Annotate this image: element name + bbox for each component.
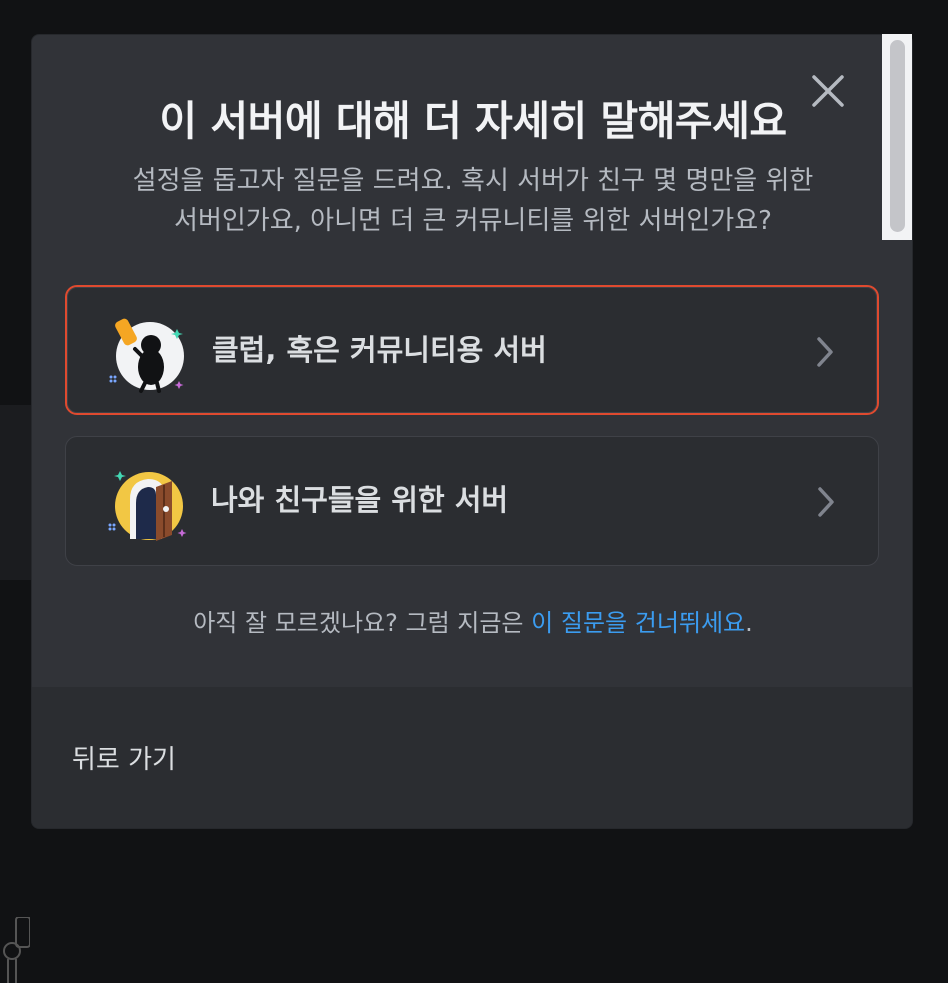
subtitle-line-1: 설정을 돕고자 질문을 드려요. 혹시 서버가 친구 몇 명만을 위한 [132, 166, 814, 196]
option-friends[interactable]: 나와 친구들을 위한 서버 [65, 436, 879, 566]
club-community-icon [109, 318, 184, 393]
background-figure-icon [3, 917, 30, 983]
skip-prefix-text: 아직 잘 모르겠나요? 그럼 지금은 [193, 609, 532, 637]
back-button[interactable]: 뒤로 가기 [72, 739, 176, 776]
background-content [0, 405, 32, 983]
modal-footer: 뒤로 가기 [32, 687, 912, 828]
skip-question-link[interactable]: 이 질문을 건너뛰세요 [531, 609, 745, 637]
skip-prompt: 아직 잘 모르겠나요? 그럼 지금은 이 질문을 건너뛰세요. [32, 603, 912, 638]
option-club-community[interactable]: 클럽, 혹은 커뮤니티용 서버 [65, 285, 879, 415]
friends-door-icon [108, 471, 187, 541]
scrollbar[interactable] [882, 34, 912, 240]
option-label: 클럽, 혹은 커뮤니티용 서버 [212, 333, 547, 367]
chevron-right-icon [818, 487, 834, 517]
server-type-modal: 이 서버에 대해 더 자세히 말해주세요 설정을 돕고자 질문을 드려요. 혹시… [31, 34, 913, 829]
modal-title: 이 서버에 대해 더 자세히 말해주세요 [159, 97, 787, 145]
chevron-right-icon [817, 337, 833, 367]
scrollbar-thumb[interactable] [890, 40, 905, 232]
option-label: 나와 친구들을 위한 서버 [211, 483, 509, 517]
skip-suffix-text: . [745, 609, 753, 637]
subtitle-line-2: 서버인가요, 아니면 더 큰 커뮤니티를 위한 서버인가요? [174, 206, 772, 236]
modal-subtitle: 설정을 돕고자 질문을 드려요. 혹시 서버가 친구 몇 명만을 위한 서버인가… [62, 161, 884, 241]
